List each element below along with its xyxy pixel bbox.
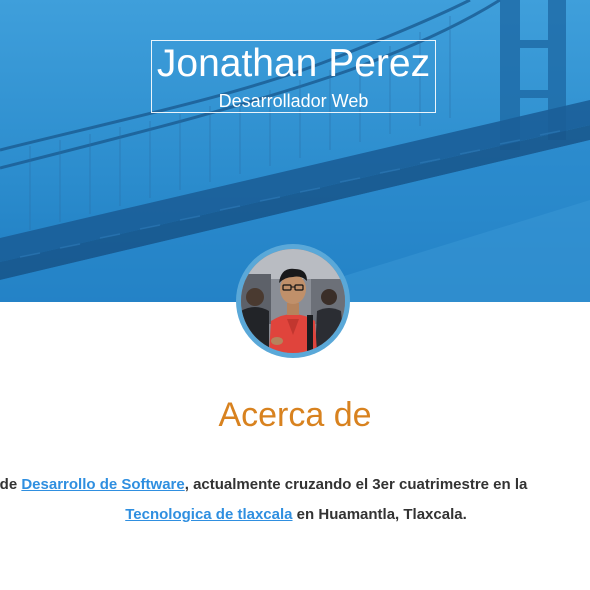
software-development-link[interactable]: Desarrollo de Software xyxy=(21,476,184,493)
about-description: nte de Desarrollo de Software, actualmen… xyxy=(0,470,590,530)
about-line-1: nte de Desarrollo de Software, actualmen… xyxy=(0,470,590,500)
about-text-fragment: nte de xyxy=(0,476,18,493)
about-text-fragment: , actualmente cruzando el 3er cuatrimest… xyxy=(184,476,528,493)
page-title: Jonathan Perez xyxy=(156,42,431,85)
about-text-fragment: en Huamantla, Tlaxcala. xyxy=(292,506,467,523)
title-box: Jonathan Perez Desarrollador Web xyxy=(151,40,436,113)
university-link[interactable]: Tecnologica de tlaxcala xyxy=(125,506,292,523)
page-subtitle: Desarrollador Web xyxy=(218,91,369,111)
avatar xyxy=(236,244,350,358)
profile-photo-icon xyxy=(241,249,345,353)
about-heading: Acerca de xyxy=(218,396,372,434)
about-line-2: Tecnologica de tlaxcala en Huamantla, Tl… xyxy=(0,500,590,530)
profile-photo xyxy=(241,249,345,353)
